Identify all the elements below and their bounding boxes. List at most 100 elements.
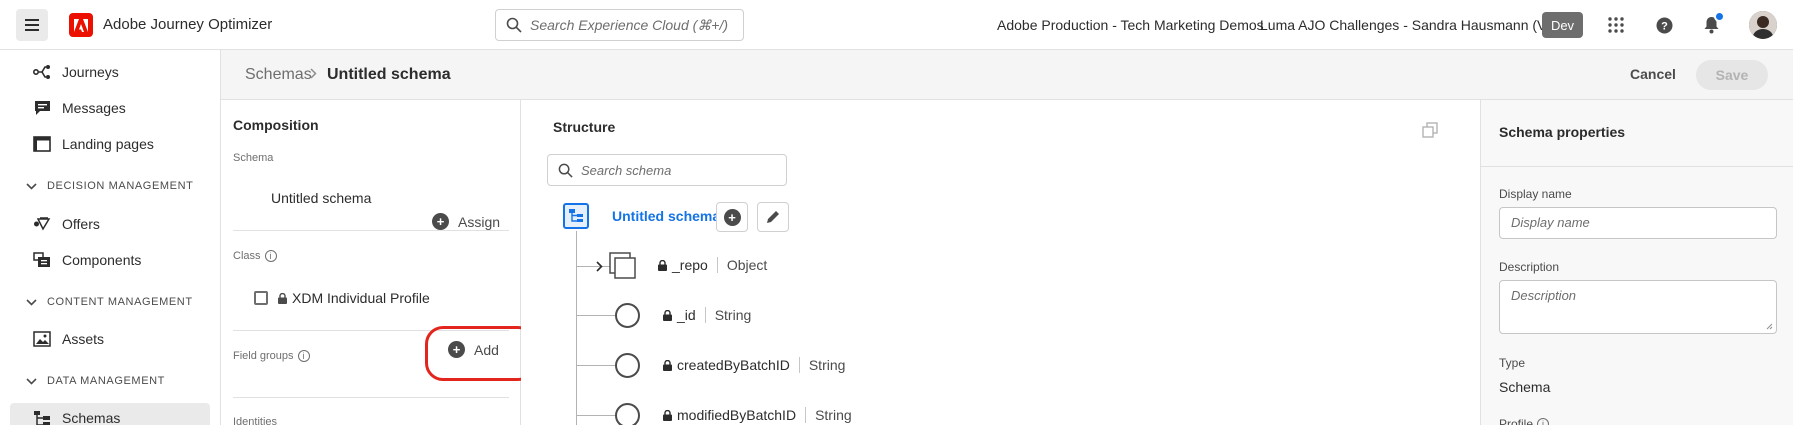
- help-icon[interactable]: ?: [1652, 13, 1676, 37]
- schema-name-link[interactable]: Untitled schema: [271, 190, 371, 206]
- search-placeholder: Search Experience Cloud (⌘+/): [530, 16, 729, 33]
- sidebar-item-messages[interactable]: Messages: [32, 96, 126, 120]
- tree-connector: [576, 315, 616, 316]
- environment-badge[interactable]: Dev: [1542, 12, 1583, 38]
- edit-button[interactable]: [757, 202, 789, 232]
- schema-label: Schema: [233, 152, 274, 164]
- structure-title: Structure: [553, 119, 616, 135]
- sidebar-item-assets[interactable]: Assets: [32, 327, 104, 351]
- field-row-repo[interactable]: _repo Object: [658, 257, 767, 273]
- section-data-management[interactable]: DATA MANAGEMENT: [26, 375, 165, 387]
- divider: [233, 230, 509, 231]
- hamburger-icon: [25, 19, 39, 31]
- pencil-icon: [767, 211, 779, 223]
- global-search-input[interactable]: Search Experience Cloud (⌘+/): [495, 9, 744, 41]
- chevron-right-icon[interactable]: [596, 259, 603, 275]
- assign-class-button[interactable]: + Assign: [432, 213, 500, 230]
- breadcrumb-schemas-link[interactable]: Schemas: [245, 66, 312, 84]
- info-icon[interactable]: i: [297, 350, 310, 362]
- schema-search-input[interactable]: Search schema: [547, 154, 787, 186]
- display-name-label: Display name: [1499, 187, 1572, 201]
- profile-label-text: Profile: [1499, 417, 1534, 425]
- class-checkbox[interactable]: [254, 291, 268, 305]
- tree-connector: [576, 231, 577, 425]
- section-content-management[interactable]: CONTENT MANAGEMENT: [26, 296, 193, 308]
- display-name-placeholder: Display name: [1511, 215, 1590, 230]
- chevron-down-icon: [26, 298, 37, 306]
- sidebar-item-label: Messages: [62, 100, 126, 116]
- section-label: CONTENT MANAGEMENT: [47, 296, 193, 308]
- add-circle-icon: +: [432, 213, 449, 230]
- class-name: XDM Individual Profile: [292, 290, 430, 306]
- chevron-right-icon: [310, 66, 317, 82]
- lock-icon: [278, 292, 287, 304]
- lock-icon: [658, 259, 667, 271]
- copy-json-icon[interactable]: [1422, 122, 1438, 141]
- add-field-button[interactable]: +: [716, 202, 748, 232]
- composition-title: Composition: [233, 117, 319, 133]
- field-type: String: [798, 357, 845, 373]
- section-label: DECISION MANAGEMENT: [47, 180, 194, 192]
- sidebar-item-journeys[interactable]: Journeys: [32, 60, 119, 84]
- landing-pages-icon: [32, 134, 52, 154]
- journeys-icon: [32, 62, 52, 82]
- apps-grid-icon[interactable]: [1604, 13, 1628, 37]
- description-placeholder: Description: [1511, 288, 1577, 303]
- adobe-logo-icon[interactable]: [69, 13, 93, 37]
- top-bar: Adobe Journey Optimizer Search Experienc…: [0, 0, 1793, 50]
- field-groups-label-text: Field groups: [233, 350, 294, 362]
- chevron-down-icon: [26, 377, 37, 385]
- save-button[interactable]: Save: [1696, 60, 1768, 90]
- field-name: createdByBatchID: [677, 357, 790, 373]
- schema-root-label[interactable]: Untitled schema: [612, 208, 720, 224]
- schema-properties-panel: Schema properties Display name Display n…: [1480, 100, 1793, 425]
- description-textarea[interactable]: Description: [1499, 280, 1777, 334]
- left-navigation: Journeys Messages Landing pages DECISION…: [0, 50, 221, 425]
- user-avatar[interactable]: [1749, 11, 1777, 39]
- description-label: Description: [1499, 260, 1560, 274]
- annotation-highlight-ring: [425, 326, 536, 381]
- resize-handle-icon[interactable]: [1766, 323, 1773, 330]
- type-label: Type: [1499, 356, 1526, 370]
- sandbox-switcher[interactable]: Luma AJO Challenges - Sandra Hausmann (V…: [1260, 17, 1567, 33]
- sidebar-item-label: Components: [62, 252, 142, 268]
- lock-icon: [663, 409, 672, 421]
- messages-icon: [32, 98, 52, 118]
- section-decision-management[interactable]: DECISION MANAGEMENT: [26, 180, 193, 192]
- type-value: Schema: [1499, 379, 1551, 395]
- sidebar-item-schemas[interactable]: Schemas: [32, 406, 120, 425]
- field-row-id[interactable]: _id String: [663, 307, 751, 323]
- display-name-input[interactable]: Display name: [1499, 207, 1777, 239]
- page-header: Schemas Untitled schema Cancel Save: [221, 50, 1793, 100]
- field-node-icon: [615, 353, 640, 378]
- class-label: Class i: [233, 250, 277, 262]
- sidebar-item-components[interactable]: Components: [32, 248, 141, 272]
- info-icon[interactable]: i: [264, 250, 277, 262]
- svg-text:?: ?: [1661, 20, 1668, 32]
- schema-root-icon[interactable]: [563, 203, 589, 229]
- class-item-row[interactable]: XDM Individual Profile: [254, 290, 430, 306]
- search-icon: [506, 17, 522, 33]
- class-label-text: Class: [233, 250, 261, 262]
- field-row-modified-by-batch-id[interactable]: modifiedByBatchID String: [663, 407, 852, 423]
- field-name: _repo: [672, 257, 708, 273]
- object-icon: [609, 252, 637, 280]
- org-switcher[interactable]: Adobe Production - Tech Marketing Demos: [997, 17, 1264, 33]
- sidebar-item-offers[interactable]: Offers: [32, 212, 100, 236]
- sidebar-item-label: Assets: [62, 331, 105, 347]
- field-name: modifiedByBatchID: [677, 407, 797, 423]
- page-title: Untitled schema: [327, 66, 451, 83]
- cancel-button[interactable]: Cancel: [1630, 66, 1676, 82]
- divider: [233, 397, 509, 398]
- notifications-bell-icon[interactable]: [1699, 11, 1725, 37]
- lock-icon: [663, 309, 672, 321]
- identities-label: Identities: [233, 416, 278, 425]
- field-row-created-by-batch-id[interactable]: createdByBatchID String: [663, 357, 845, 373]
- hamburger-menu-button[interactable]: [16, 9, 48, 41]
- structure-panel: Structure Search schema Untitled schema …: [521, 100, 1480, 425]
- sidebar-item-landing-pages[interactable]: Landing pages: [32, 132, 154, 156]
- info-icon[interactable]: i: [1537, 418, 1550, 425]
- properties-title: Schema properties: [1499, 124, 1626, 140]
- field-type: String: [704, 307, 751, 323]
- sidebar-item-label: Journeys: [62, 64, 119, 80]
